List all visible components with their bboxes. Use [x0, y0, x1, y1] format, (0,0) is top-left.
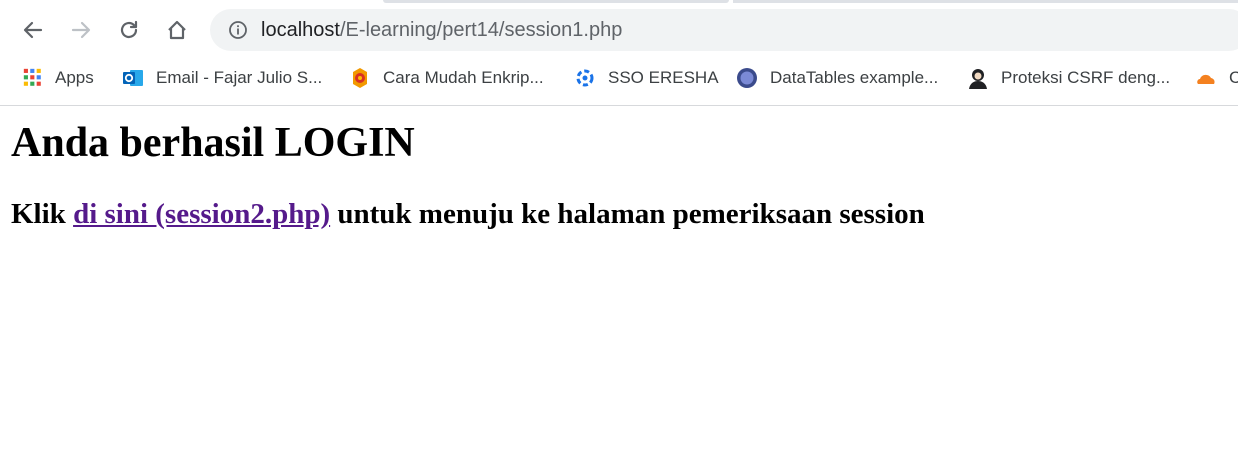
bookmark-apps[interactable]: Apps — [22, 55, 94, 101]
bookmark-label: C — [1229, 68, 1238, 87]
outlook-icon — [123, 70, 143, 86]
instruction-text: Klik di sini (session2.php) untuk menuju… — [11, 197, 925, 231]
bookmark-proteksi-csrf[interactable]: Proteksi CSRF deng... — [966, 55, 1170, 101]
bookmark-label: DataTables example... — [770, 68, 939, 87]
reload-icon — [120, 20, 138, 39]
home-button[interactable] — [161, 14, 193, 46]
bookmark-cara-mudah[interactable]: Cara Mudah Enkrip... — [348, 55, 544, 101]
cloudflare-icon — [1197, 74, 1215, 84]
url-text[interactable]: localhost/E-learning/pert14/session1.php — [261, 9, 622, 51]
bookmark-label: Apps — [55, 68, 94, 87]
instruction-suffix: untuk menuju ke halaman pemeriksaan sess… — [330, 198, 925, 230]
bookmark-label: SSO ERESHA — [608, 68, 719, 87]
bookmark-label: Email - Fajar Julio S... — [156, 68, 323, 87]
home-icon — [168, 20, 186, 40]
bookmark-datatables[interactable]: DataTables example... — [735, 55, 938, 101]
browser-tab[interactable] — [383, 0, 729, 3]
back-arrow-icon — [23, 21, 43, 39]
instruction-prefix: Klik — [11, 198, 74, 230]
sso-favicon — [576, 69, 594, 87]
page-content: Anda berhasil LOGIN Klik di sini (sessio… — [11, 106, 925, 231]
browser-toolbar: localhost/E-learning/pert14/session1.php — [0, 5, 1238, 55]
reload-button[interactable] — [113, 14, 145, 46]
forward-button[interactable] — [65, 14, 97, 46]
url-host: localhost — [261, 19, 340, 41]
session2-link[interactable]: di sini (session2.php) — [73, 198, 330, 230]
browser-tab[interactable] — [733, 0, 1238, 3]
address-bar[interactable]: localhost/E-learning/pert14/session1.php — [210, 9, 1238, 51]
bookmark-label: Cara Mudah Enkrip... — [383, 68, 544, 87]
datatables-favicon — [737, 68, 757, 88]
page-heading: Anda berhasil LOGIN — [11, 120, 415, 166]
bookmark-sso[interactable]: SSO ERESHA — [573, 55, 719, 101]
forward-arrow-icon — [71, 21, 91, 39]
avatar-favicon — [969, 69, 987, 89]
back-button[interactable] — [17, 14, 49, 46]
url-path: /E-learning/pert14/session1.php — [339, 19, 623, 41]
bookmark-email[interactable]: Email - Fajar Julio S... — [121, 55, 322, 101]
bookmark-cloudflare[interactable]: C — [1194, 55, 1238, 101]
bookmark-label: Proteksi CSRF deng... — [1001, 68, 1171, 87]
info-icon[interactable] — [228, 20, 248, 40]
bookmarks-bar: Apps Email - Fajar Julio S... Cara Mudah… — [0, 55, 1238, 106]
apps-grid-icon — [23, 68, 41, 86]
site-favicon — [353, 68, 367, 88]
